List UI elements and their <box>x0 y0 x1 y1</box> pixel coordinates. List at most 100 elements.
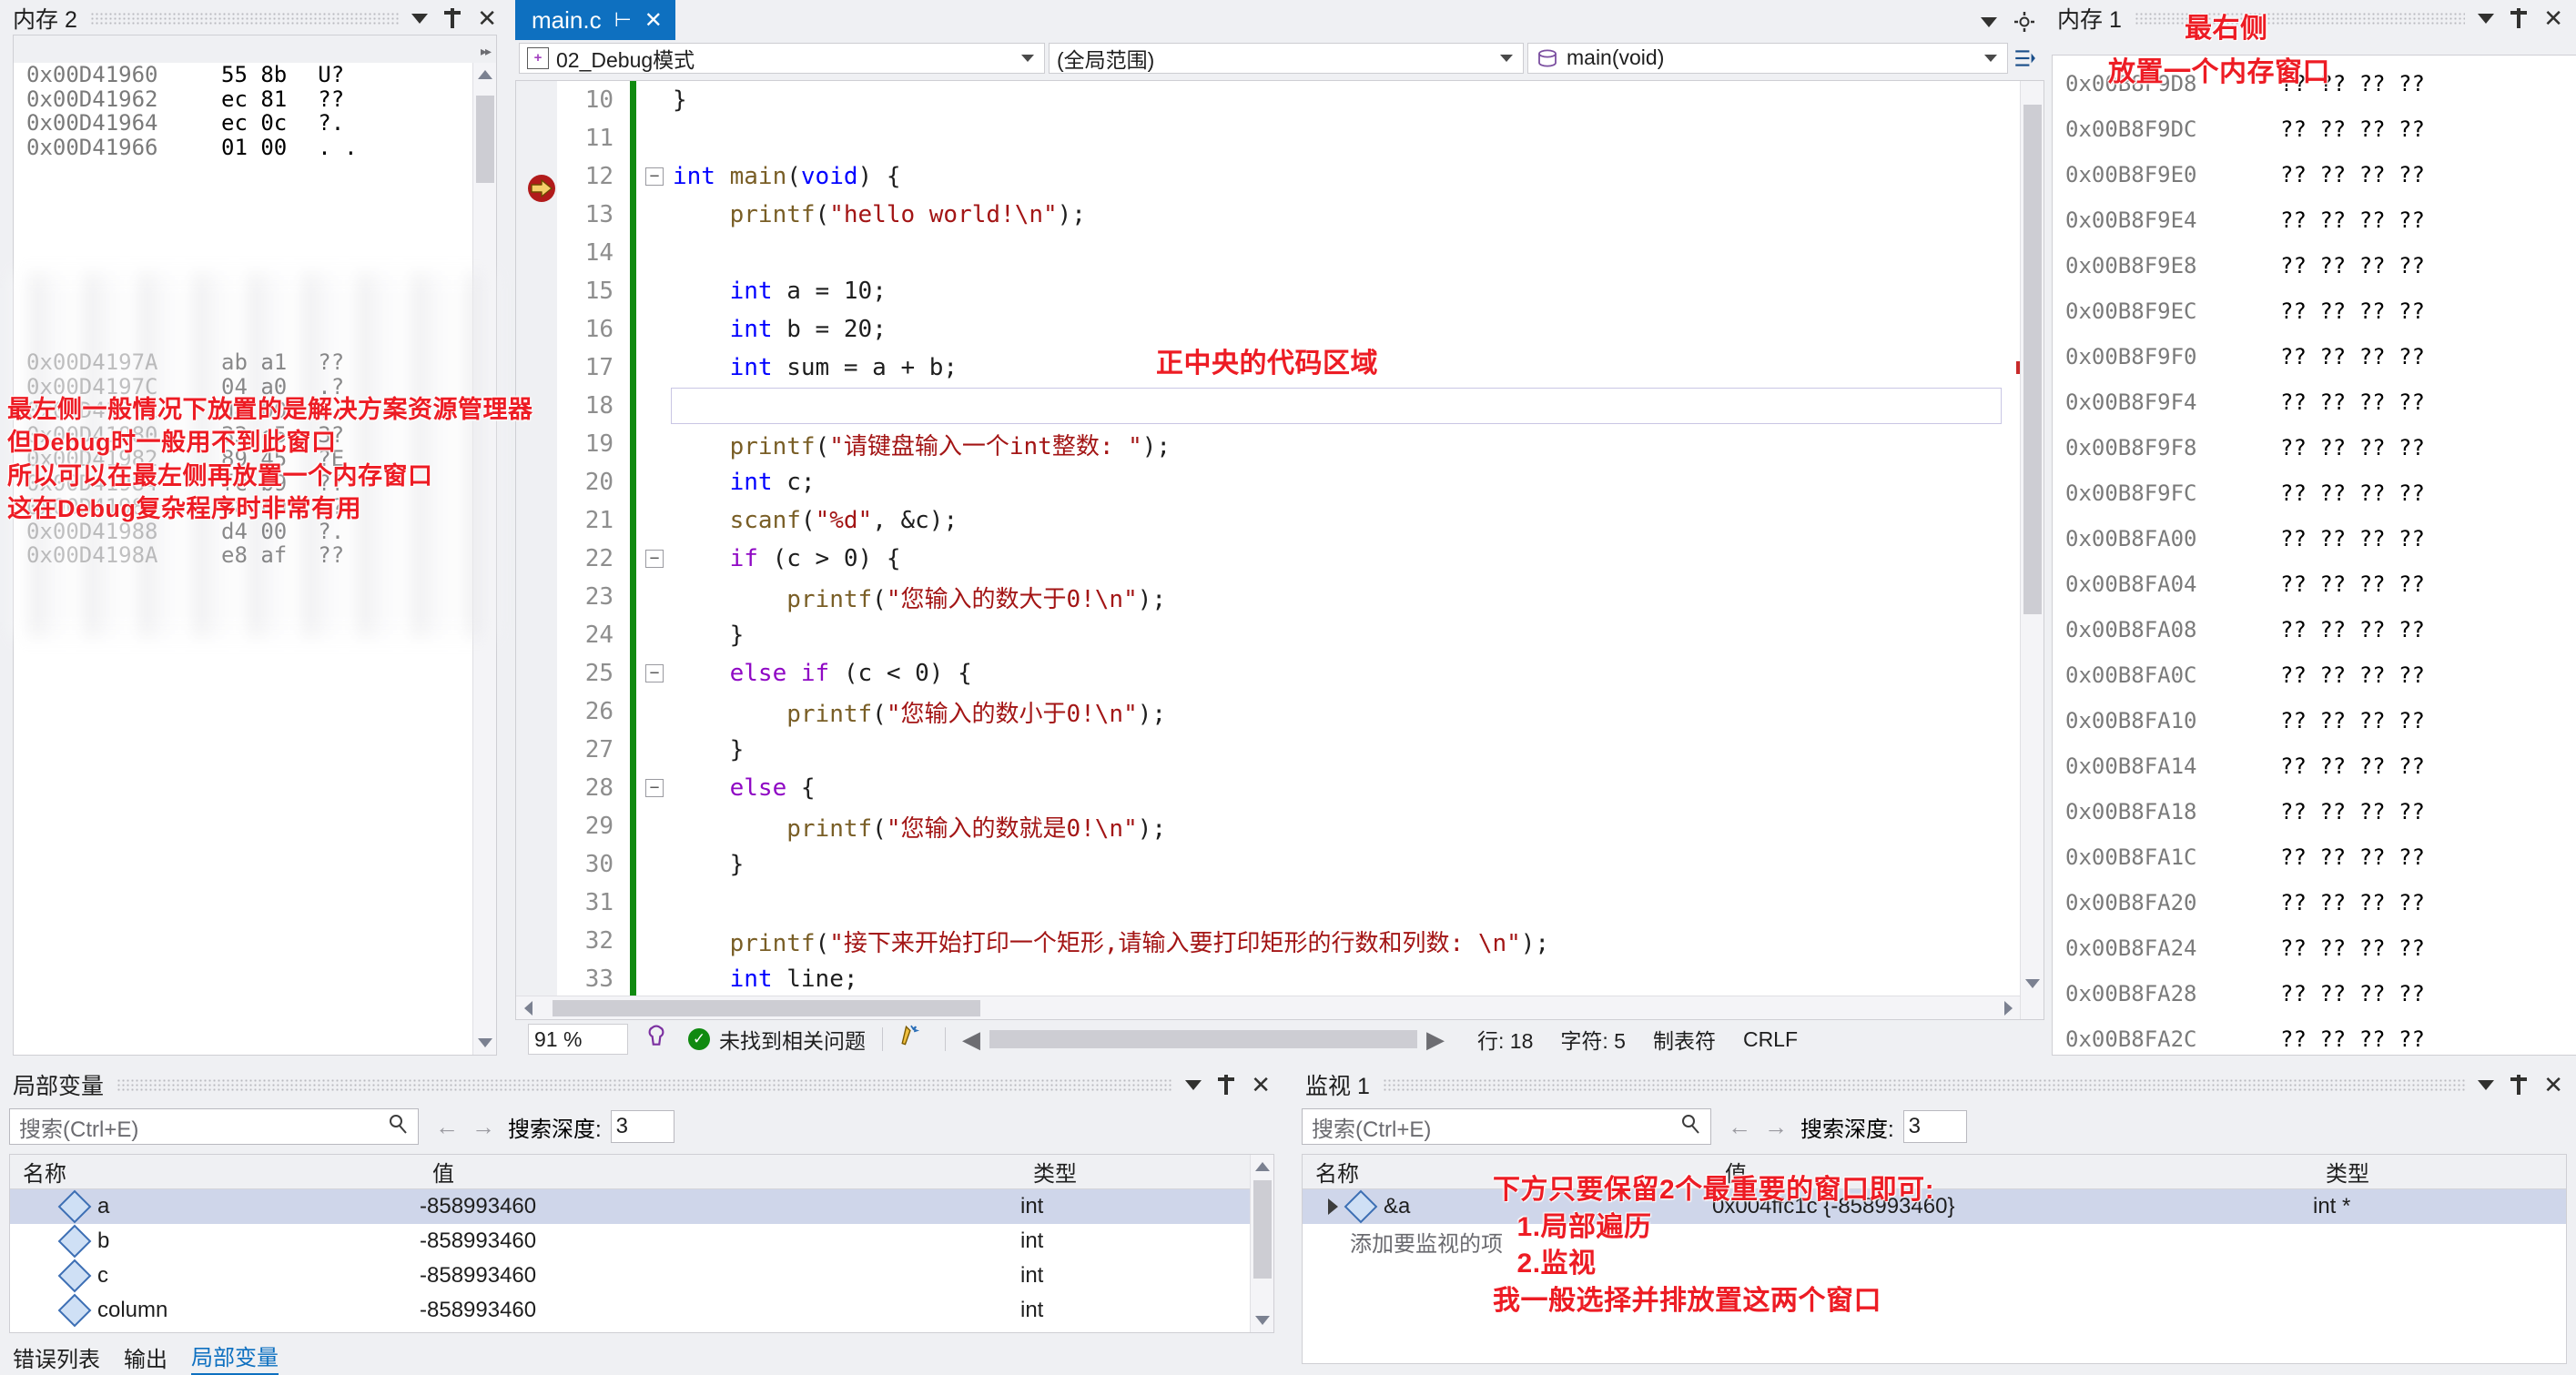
expander-icon[interactable] <box>1328 1198 1338 1215</box>
code-line[interactable]: 32 printf("接下来开始打印一个矩形,请输入要打印矩形的行数和列数: \… <box>516 922 2020 960</box>
code-scrollbar[interactable] <box>2020 81 2044 1019</box>
fold-toggle-icon[interactable]: − <box>636 550 673 568</box>
project-combo-chevron-icon[interactable] <box>1021 54 1034 62</box>
code-scroll-down-icon[interactable] <box>2021 972 2044 996</box>
status-scrollbar-thumb[interactable] <box>989 1030 1417 1048</box>
tab-close-icon[interactable]: ✕ <box>644 7 663 34</box>
scroll-down-icon[interactable] <box>473 1031 496 1055</box>
code-line[interactable]: 28 − else { <box>516 769 2020 807</box>
code-line[interactable]: 30 } <box>516 845 2020 884</box>
scroll-right-icon[interactable]: ▶ <box>1426 1026 1445 1054</box>
chevron-down-icon-right[interactable] <box>2478 13 2495 24</box>
locals-scroll-down-icon[interactable] <box>1251 1309 1273 1332</box>
split-editor-button[interactable] <box>2012 43 2037 74</box>
watch-depth-combo[interactable]: 3 <box>1902 1110 1967 1143</box>
code-line[interactable]: 22 − if (c > 0) { <box>516 540 2020 578</box>
code-lines[interactable]: 10} 11 12− int main(void) {13 printf("hello… <box>516 81 2020 1019</box>
code-line[interactable]: 26 printf("您输入的数小于0!\n"); <box>516 693 2020 731</box>
watch-title: 监视 1 <box>1305 1074 1370 1099</box>
intellisense-icon[interactable] <box>644 1025 668 1054</box>
hscroll-right-icon[interactable] <box>1996 996 2020 1019</box>
code-line[interactable]: 11 <box>516 119 2020 157</box>
locals-grid[interactable]: 名称 值 类型 a -858993460 int b -858993460 int c -85… <box>9 1154 1274 1333</box>
code-line[interactable]: 19 printf("请键盘输入一个int整数: "); <box>516 425 2020 463</box>
search-icon-watch[interactable] <box>1679 1113 1701 1141</box>
code-text: int main(void) { <box>673 163 901 190</box>
pin-icon[interactable] <box>442 8 462 28</box>
code-line[interactable]: 24 } <box>516 616 2020 654</box>
locals-depth-combo[interactable]: 3 <box>610 1110 674 1143</box>
bottom-tab-输出[interactable]: 输出 <box>124 1341 167 1373</box>
locals-chevron-down-icon[interactable] <box>1185 1079 1202 1090</box>
table-row[interactable]: column -858993460 int <box>10 1293 1273 1328</box>
code-line[interactable]: 16 int b = 20; <box>516 310 2020 349</box>
code-cleanup-icon[interactable] <box>899 1024 925 1055</box>
locals-scrollbar-thumb[interactable] <box>1253 1180 1272 1279</box>
tab-main-c[interactable]: main.c ⊢ ✕ <box>515 0 675 40</box>
tab-pin-icon[interactable]: ⊢ <box>614 8 632 32</box>
code-line[interactable]: 31 <box>516 884 2020 922</box>
bottom-tab-错误列表[interactable]: 错误列表 <box>13 1341 100 1373</box>
code-line[interactable]: 20 int c; <box>516 463 2020 501</box>
gear-icon[interactable] <box>2013 11 2035 33</box>
member-combo-chevron-icon[interactable] <box>1984 54 1997 62</box>
fold-toggle-icon[interactable]: − <box>636 664 673 682</box>
nav-forward-icon[interactable]: → <box>472 1113 495 1141</box>
search-icon[interactable] <box>387 1113 409 1141</box>
watch-pin-icon[interactable] <box>2509 1075 2529 1095</box>
locals-scroll-up-icon[interactable] <box>1251 1155 1273 1178</box>
code-hscrollbar[interactable] <box>516 996 2020 1019</box>
project-combo[interactable]: + 02_Debug模式 <box>519 42 1045 74</box>
chevron-down-icon[interactable] <box>411 13 429 24</box>
watch-search-input[interactable]: 搜索(Ctrl+E) <box>1302 1108 1711 1145</box>
code-line[interactable]: 14 <box>516 234 2020 272</box>
scrollbar-thumb[interactable] <box>476 96 494 183</box>
close-icon-right[interactable]: ✕ <box>2543 6 2563 30</box>
watch-nav-back-icon[interactable]: ← <box>1728 1113 1751 1141</box>
watch-close-icon[interactable]: ✕ <box>2543 1073 2563 1097</box>
code-line[interactable]: 29 printf("您输入的数就是0!\n"); <box>516 807 2020 845</box>
code-scrollbar-thumb[interactable] <box>2023 105 2042 614</box>
variable-value: -858993460 <box>420 1194 537 1218</box>
locals-pin-icon[interactable] <box>1216 1075 1236 1095</box>
close-icon[interactable]: ✕ <box>477 6 497 30</box>
hscroll-thumb[interactable] <box>553 1000 980 1016</box>
change-bar <box>630 693 636 731</box>
change-bar <box>630 501 636 540</box>
scope-combo-chevron-icon[interactable] <box>1500 54 1513 62</box>
table-row[interactable]: a -858993460 int <box>10 1189 1273 1224</box>
table-row[interactable]: b -858993460 int <box>10 1224 1273 1259</box>
nav-back-icon[interactable]: ← <box>435 1113 459 1141</box>
locals-scrollbar[interactable] <box>1250 1155 1273 1332</box>
code-surface[interactable]: 10} 11 12− int main(void) {13 printf("hello… <box>515 80 2044 1020</box>
code-line[interactable]: 33 int line; <box>516 960 2020 998</box>
bottom-tab-局部变量[interactable]: 局部变量 <box>191 1340 279 1375</box>
hscroll-left-icon[interactable] <box>516 996 540 1019</box>
table-row[interactable]: c -858993460 int <box>10 1259 1273 1293</box>
locals-close-icon[interactable]: ✕ <box>1251 1073 1271 1097</box>
locals-search-input[interactable]: 搜索(Ctrl+E) <box>9 1108 419 1145</box>
code-line[interactable]: 21 scanf("%d", &c); <box>516 501 2020 540</box>
code-line[interactable]: 27 } <box>516 731 2020 769</box>
code-line[interactable]: 10} <box>516 81 2020 119</box>
watch-chevron-down-icon[interactable] <box>2478 1079 2495 1090</box>
editor-chevron-down-icon[interactable] <box>1981 16 1997 27</box>
memory-1-view[interactable]: 0x00B8F9D8?? ?? ?? ?? 0x00B8F9DC?? ?? ?? … <box>2052 55 2576 1056</box>
code-line[interactable]: 12− int main(void) { <box>516 157 2020 196</box>
pin-icon-right[interactable] <box>2509 8 2529 28</box>
scroll-left-icon[interactable]: ◀ <box>962 1026 980 1054</box>
overflow-chevron-icon[interactable]: ▸▸ <box>481 44 492 59</box>
code-text: if (c > 0) { <box>729 545 901 572</box>
memory-address: 0x00B8FA1C <box>2065 844 2197 870</box>
zoom-combo[interactable]: 91 % <box>528 1024 628 1055</box>
code-line[interactable]: 13 printf("hello world!\n"); <box>516 196 2020 234</box>
watch-nav-forward-icon[interactable]: → <box>1764 1113 1788 1141</box>
code-line[interactable]: 25 − else if (c < 0) { <box>516 654 2020 693</box>
code-line[interactable]: 23 printf("您输入的数大于0!\n"); <box>516 578 2020 616</box>
scroll-up-icon[interactable] <box>473 63 496 86</box>
member-combo[interactable]: main(void) <box>1527 42 2008 74</box>
fold-toggle-icon[interactable]: − <box>636 167 673 186</box>
code-line[interactable]: 15 int a = 10; <box>516 272 2020 310</box>
scope-combo[interactable]: (全局范围) <box>1049 42 1524 74</box>
fold-toggle-icon[interactable]: − <box>636 779 673 797</box>
